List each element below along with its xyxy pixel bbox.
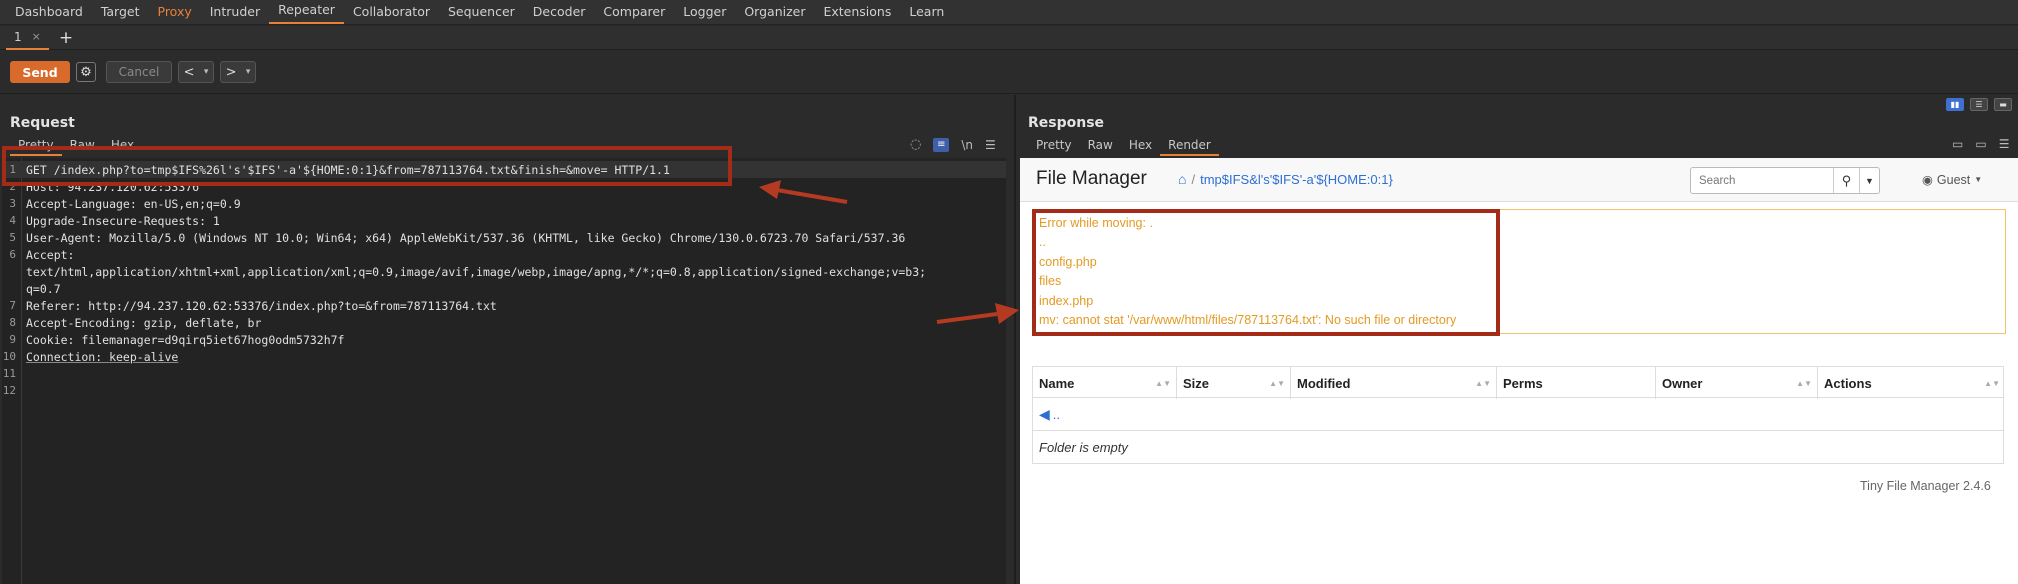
empty-folder-text: Folder is empty	[1039, 439, 1128, 455]
tab-dashboard[interactable]: Dashboard	[6, 0, 92, 24]
chevron-left-icon: <	[183, 64, 195, 80]
column-name[interactable]: Name ▲▼	[1033, 367, 1177, 399]
editor-line[interactable]: 6 Accept:	[2, 246, 1006, 263]
table-header: Name ▲▼ Size ▲▼ Modified ▲▼ Perms Owner ▲▼ A…	[1032, 366, 2005, 399]
user-menu[interactable]: ◉ Guest ▼	[1922, 172, 1983, 188]
tab-comparer[interactable]: Comparer	[594, 0, 674, 24]
tab-render[interactable]: Render	[1160, 138, 1219, 156]
annotation-box-request	[2, 146, 732, 186]
wrap-lines-icon[interactable]: ▭	[1952, 137, 1963, 151]
newline-icon[interactable]: \n	[961, 138, 973, 152]
parent-dir-link[interactable]: ..	[1053, 407, 1060, 422]
breadcrumb: ⌂ / tmp$IFS&l's'$IFS'-a'${HOME:0:1}	[1178, 171, 1393, 187]
chevron-down-icon[interactable]: ▾	[204, 67, 209, 77]
editor-line[interactable]: 10 Connection: keep-alive	[2, 348, 1006, 365]
tab-proxy[interactable]: Proxy	[149, 0, 201, 24]
tab-collaborator[interactable]: Collaborator	[344, 0, 439, 24]
editor-line[interactable]: 11	[2, 365, 1006, 382]
close-icon[interactable]: ×	[32, 30, 41, 43]
user-icon: ◉	[1922, 173, 1933, 187]
editor-line[interactable]: 3 Accept-Language: en-US,en;q=0.9	[2, 195, 1006, 212]
editor-line[interactable]: 12	[2, 382, 1006, 399]
search-icon[interactable]: ⚲	[1833, 168, 1859, 193]
send-button[interactable]: Send	[10, 61, 70, 83]
tab-extensions[interactable]: Extensions	[814, 0, 900, 24]
request-editor-icons: ◌ ≡ \n ☰	[910, 137, 996, 152]
tab-repeater[interactable]: Repeater	[269, 0, 344, 24]
tab-intruder[interactable]: Intruder	[201, 0, 269, 24]
fm-brand[interactable]: File Manager	[1036, 168, 1147, 190]
hide-eye-icon[interactable]: ◌	[910, 137, 921, 152]
tab-pretty[interactable]: Pretty	[1028, 138, 1080, 156]
tab-hex[interactable]: Hex	[1121, 138, 1160, 156]
repeater-tab-label: 1	[14, 29, 22, 44]
layout-toggle: ▮▮ ☰ ▬	[1946, 98, 2012, 111]
request-editor[interactable]: 1 GET /index.php?to=tmp$IFS%26l's'$IFS'-…	[2, 158, 1006, 584]
tab-logger[interactable]: Logger	[674, 0, 735, 24]
editor-line[interactable]: 4 Upgrade-Insecure-Requests: 1	[2, 212, 1006, 229]
tabs-layout-icon[interactable]: ▬	[1994, 98, 2012, 111]
chevron-down-icon[interactable]: ▾	[246, 67, 251, 77]
tab-sequencer[interactable]: Sequencer	[439, 0, 524, 24]
annotation-box-response	[1032, 209, 1500, 336]
home-icon[interactable]: ⌂	[1178, 171, 1186, 187]
arrow-left-circle-icon: ◀	[1039, 405, 1050, 422]
chevron-down-icon[interactable]: ▼	[1859, 168, 1879, 193]
gear-icon[interactable]: ⚙	[76, 62, 96, 82]
tab-decoder[interactable]: Decoder	[524, 0, 595, 24]
breadcrumb-path[interactable]: tmp$IFS&l's'$IFS'-a'${HOME:0:1}	[1200, 172, 1393, 187]
tab-raw[interactable]: Raw	[1080, 138, 1121, 156]
annotation-arrow-right	[936, 303, 1019, 324]
editor-line[interactable]: 7 Referer: http://94.237.120.62:53376/in…	[2, 297, 1006, 314]
search-input[interactable]: Search	[1691, 175, 1833, 187]
table-row: Folder is empty	[1032, 431, 2004, 464]
add-tab-icon[interactable]: +	[59, 28, 73, 48]
menu-icon[interactable]: ☰	[1999, 137, 2010, 151]
column-perms[interactable]: Perms	[1497, 367, 1656, 399]
response-view-tabs: Pretty Raw Hex Render	[1028, 138, 1219, 156]
column-owner[interactable]: Owner ▲▼	[1656, 367, 1818, 399]
response-pane: ▮▮ ☰ ▬ Response Pretty Raw Hex Render ▭ …	[1018, 95, 2018, 584]
editor-line[interactable]: 5 User-Agent: Mozilla/5.0 (Windows NT 10…	[2, 229, 1006, 246]
main-tab-bar: Dashboard Target Proxy Intruder Repeater…	[0, 0, 2018, 25]
tab-organizer[interactable]: Organizer	[735, 0, 814, 24]
response-editor-icons: ▭ ▭ ☰	[1952, 137, 2009, 151]
chevron-down-icon: ▼	[1974, 175, 1983, 184]
menu-icon[interactable]: ☰	[985, 138, 996, 152]
fm-navbar: File Manager ⌂ / tmp$IFS&l's'$IFS'-a'${H…	[1020, 158, 2018, 202]
column-modified[interactable]: Modified ▲▼	[1291, 367, 1497, 399]
fm-footer: Tiny File Manager 2.4.6	[1860, 479, 1991, 493]
repeater-tab-bar: 1 × +	[0, 26, 2018, 50]
search-box: Search ⚲ ▼	[1690, 167, 1880, 194]
history-forward-button[interactable]: > ▾	[220, 61, 256, 83]
editor-line[interactable]: q=0.7	[2, 280, 1006, 297]
repeater-tab-1[interactable]: 1 ×	[6, 26, 49, 50]
editor-line[interactable]: text/html,application/xhtml+xml,applicat…	[2, 263, 1006, 280]
column-actions[interactable]: Actions ▲▼	[1818, 367, 2005, 399]
tab-learn[interactable]: Learn	[900, 0, 953, 24]
split-vertical-icon[interactable]: ☰	[1970, 98, 1988, 111]
repeater-toolbar: Send ⚙ Cancel < ▾ > ▾	[0, 51, 2018, 94]
newline-icon[interactable]: ▭	[1975, 137, 1986, 151]
response-title: Response	[1028, 115, 1105, 131]
editor-line[interactable]: 9 Cookie: filemanager=d9qirq5iet67hog0od…	[2, 331, 1006, 348]
editor-line[interactable]: 8 Accept-Encoding: gzip, deflate, br	[2, 314, 1006, 331]
column-size[interactable]: Size ▲▼	[1177, 367, 1291, 399]
request-title: Request	[10, 115, 75, 131]
tab-target[interactable]: Target	[92, 0, 149, 24]
request-pane: Request Pretty Raw Hex ◌ ≡ \n ☰ 1 GET /i…	[0, 95, 1016, 584]
annotation-arrow-left	[759, 180, 848, 204]
split-horizontal-icon[interactable]: ▮▮	[1946, 98, 1964, 111]
history-back-button[interactable]: < ▾	[178, 61, 214, 83]
wrap-lines-icon[interactable]: ≡	[933, 137, 950, 152]
rendered-page: File Manager ⌂ / tmp$IFS&l's'$IFS'-a'${H…	[1020, 158, 2018, 584]
cancel-button[interactable]: Cancel	[106, 61, 172, 83]
table-row[interactable]: ◀ ..	[1032, 398, 2004, 431]
chevron-right-icon: >	[225, 64, 237, 80]
